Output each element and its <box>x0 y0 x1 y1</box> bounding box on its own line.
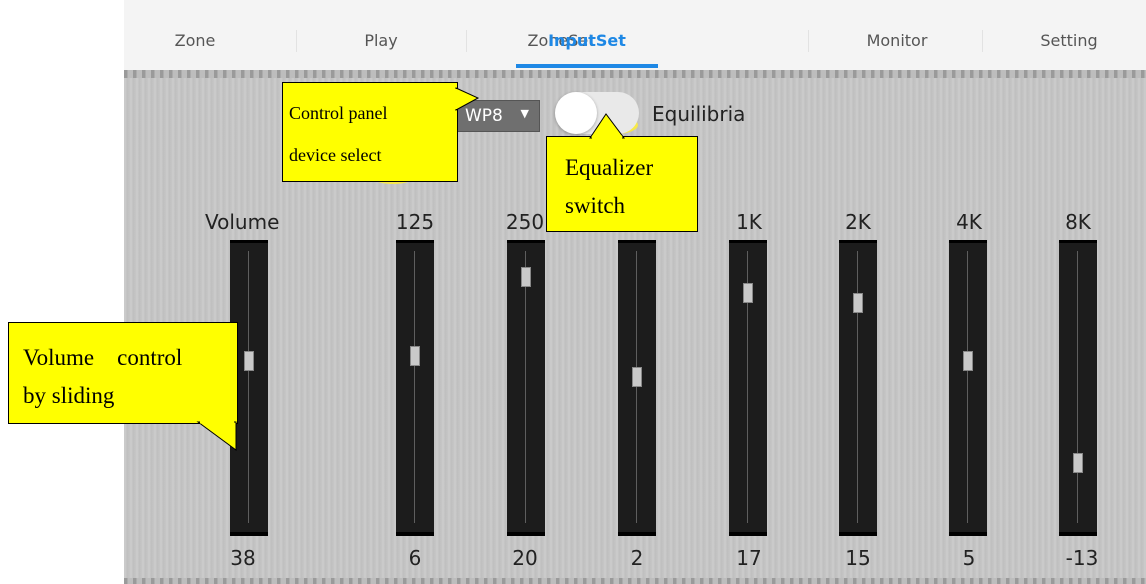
slider-rail <box>525 251 526 523</box>
callout-text: by sliding <box>23 383 115 408</box>
slider-thumb[interactable] <box>632 367 642 387</box>
band-slider-500[interactable] <box>618 240 656 536</box>
band-label-4k: 4K <box>956 210 982 234</box>
callout-text: Equalizer <box>565 155 654 180</box>
tab-zone[interactable]: Zone <box>124 0 266 70</box>
slider-rail <box>414 251 415 523</box>
band-slider-125[interactable] <box>396 240 434 536</box>
band-slider-2k[interactable] <box>839 240 877 536</box>
tab-play[interactable]: Play <box>310 0 452 70</box>
slider-thumb[interactable] <box>853 293 863 313</box>
band-value-volume: 38 <box>230 546 256 570</box>
slider-thumb[interactable] <box>521 267 531 287</box>
callout-text: Control panel <box>289 103 388 123</box>
band-label-8k: 8K <box>1065 210 1091 234</box>
callout-text: device select <box>289 145 382 165</box>
callout-pointer <box>589 113 625 139</box>
tab-divider <box>296 30 297 52</box>
slider-thumb[interactable] <box>244 351 254 371</box>
slider-rail <box>967 251 968 523</box>
tab-monitor[interactable]: Monitor <box>826 0 968 70</box>
slider-rail <box>636 251 637 523</box>
callout-device-select: Control panel device select <box>282 82 458 182</box>
band-value-8k: -13 <box>1065 546 1099 570</box>
callout-text: Volume control <box>23 345 183 370</box>
band-label-volume: Volume <box>205 210 280 234</box>
band-value-125: 6 <box>408 546 422 570</box>
tab-setting[interactable]: Setting <box>998 0 1140 70</box>
callout-pointer <box>196 420 237 451</box>
chevron-down-icon: ▼ <box>520 107 529 120</box>
band-value-4k: 5 <box>962 546 976 570</box>
band-slider-8k[interactable] <box>1059 240 1097 536</box>
band-slider-250[interactable] <box>507 240 545 536</box>
band-label-2k: 2K <box>845 210 871 234</box>
band-value-250: 20 <box>512 546 538 570</box>
slider-thumb[interactable] <box>963 351 973 371</box>
callout-text: switch <box>565 193 626 218</box>
band-slider-4k[interactable] <box>949 240 987 536</box>
slider-rail <box>857 251 858 523</box>
tab-divider <box>982 30 983 52</box>
band-label-125: 125 <box>395 210 435 234</box>
tab-divider <box>466 30 467 52</box>
tab-divider <box>808 30 809 52</box>
equalizer-label: Equilibria <box>652 102 746 126</box>
band-value-1k: 17 <box>736 546 762 570</box>
band-value-2k: 15 <box>845 546 871 570</box>
band-value-500: 2 <box>630 546 644 570</box>
panel-top-edge <box>124 70 1146 78</box>
slider-thumb[interactable] <box>743 283 753 303</box>
slider-thumb[interactable] <box>410 346 420 366</box>
active-tab-indicator <box>516 64 658 68</box>
slider-rail <box>1077 251 1078 523</box>
callout-equalizer: Equalizer switch <box>546 136 698 232</box>
band-label-1k: 1K <box>736 210 762 234</box>
callout-pointer <box>455 87 480 111</box>
slider-thumb[interactable] <box>1073 453 1083 473</box>
band-slider-1k[interactable] <box>729 240 767 536</box>
slider-rail <box>248 251 249 523</box>
callout-volume: Volume control by sliding <box>8 322 238 424</box>
tab-inputset[interactable]: InputSet <box>516 0 658 70</box>
panel-bottom-edge <box>124 578 1146 584</box>
